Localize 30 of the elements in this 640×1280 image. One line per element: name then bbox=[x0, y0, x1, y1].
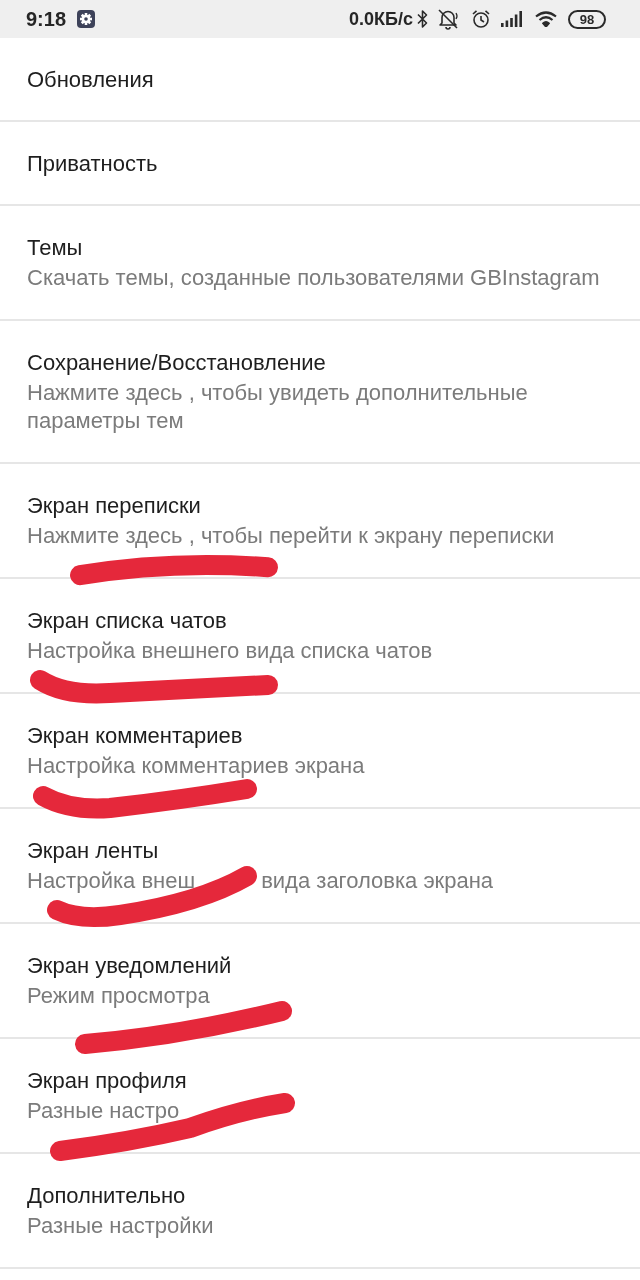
setting-title[interactable]: Экран комментариев bbox=[27, 723, 613, 749]
network-speed: 0.0КБ/с bbox=[349, 10, 413, 28]
alarm-clock-icon bbox=[471, 9, 491, 29]
clock-time: 9:18 bbox=[26, 9, 67, 29]
muted-bell-icon bbox=[436, 8, 460, 30]
setting-title[interactable]: Дополнительно bbox=[27, 1183, 613, 1209]
setting-description: Нажмите здесь , чтобы перейти к экрану переписки bbox=[27, 522, 555, 550]
setting-description: Режим просмотра bbox=[27, 982, 210, 1010]
gear-icon bbox=[77, 10, 96, 28]
setting-description: Разные настро bbox=[27, 1097, 180, 1125]
setting-description: Разные настройки bbox=[27, 1212, 214, 1240]
setting-title[interactable]: Экран уведомлений bbox=[27, 953, 613, 979]
setting-title[interactable]: Экран ленты bbox=[27, 838, 613, 864]
setting-description: Нажмите здесь , чтобы увидеть дополнительные параметры тем bbox=[27, 379, 529, 435]
wifi-icon bbox=[535, 11, 557, 27]
setting-title[interactable]: Сохранение/Восстановление bbox=[27, 350, 613, 376]
setting-description: Настройка внеш bbox=[27, 867, 196, 895]
setting-title[interactable]: Экран профиля bbox=[27, 1068, 613, 1094]
setting-title[interactable]: Экран переписки bbox=[27, 493, 613, 519]
battery-indicator: 98 bbox=[568, 9, 606, 29]
setting-title[interactable]: Обновления bbox=[27, 67, 613, 93]
setting-description: вида заголовка экрана bbox=[261, 867, 494, 895]
setting-description: Настройка комментариев экрана bbox=[27, 752, 365, 780]
cellular-signal-icon bbox=[501, 11, 523, 27]
setting-description: Настройка внешнего вида списка чатов bbox=[27, 637, 433, 665]
setting-description: Скачать темы, созданные пользователями GBInstagram bbox=[27, 264, 600, 292]
setting-title[interactable]: Приватность bbox=[27, 151, 613, 177]
setting-title[interactable]: Экран списка чатов bbox=[27, 608, 613, 634]
setting-title[interactable]: Темы bbox=[27, 235, 613, 261]
bluetooth-icon bbox=[417, 9, 428, 29]
